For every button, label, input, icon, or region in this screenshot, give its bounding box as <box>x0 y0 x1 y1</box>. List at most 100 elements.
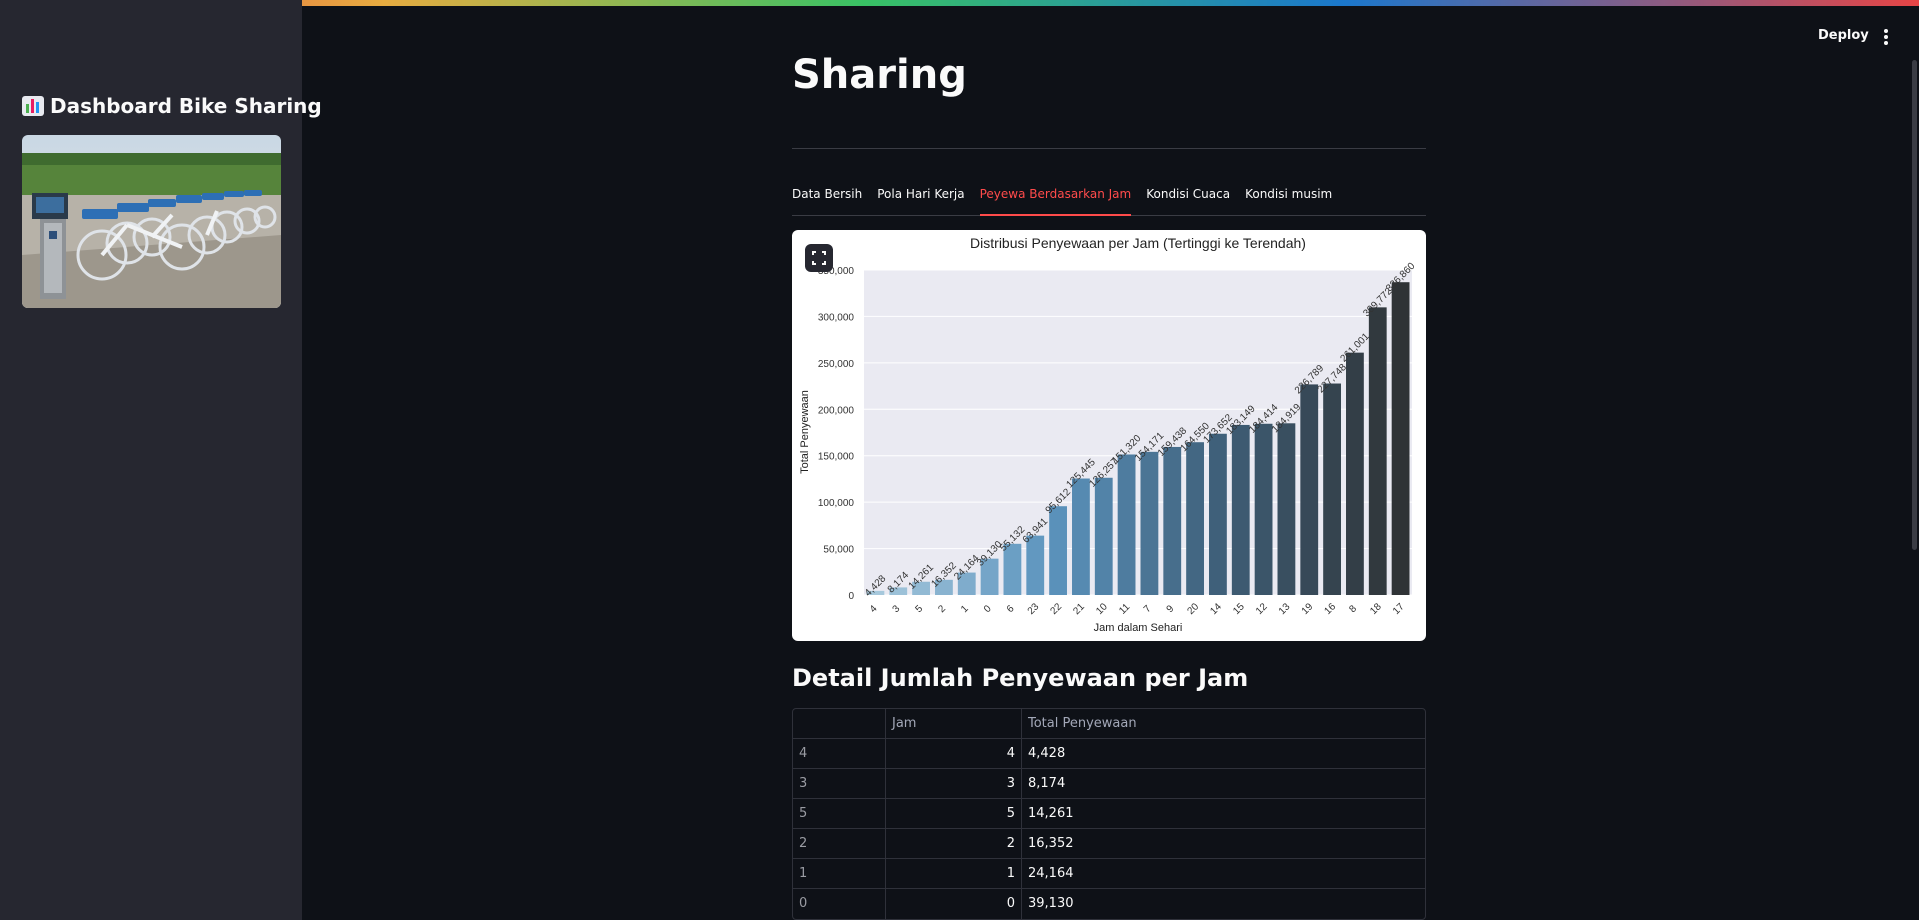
x-tick-label: 7 <box>1142 603 1154 615</box>
x-tick-label: 13 <box>1277 601 1293 617</box>
table-header-row: Jam Total Penyewaan <box>793 709 1425 739</box>
bar <box>1117 454 1136 595</box>
x-tick-label: 23 <box>1026 601 1042 617</box>
jam-cell[interactable]: 3 <box>886 769 1022 798</box>
fullscreen-icon <box>812 251 826 265</box>
divider <box>792 148 1426 149</box>
jam-cell[interactable]: 4 <box>886 739 1022 768</box>
row-index-cell[interactable]: 5 <box>793 799 886 828</box>
bar <box>1277 423 1296 595</box>
x-tick-label: 19 <box>1300 601 1316 617</box>
x-tick-label: 2 <box>936 603 948 615</box>
x-tick-label: 14 <box>1208 601 1224 617</box>
x-tick-label: 17 <box>1391 601 1407 617</box>
jam-cell[interactable]: 1 <box>886 859 1022 888</box>
x-tick-label: 3 <box>891 603 903 615</box>
jam-cell[interactable]: 2 <box>886 829 1022 858</box>
x-tick-label: 11 <box>1117 601 1132 616</box>
tab-bar: Data Bersih Pola Hari Kerja Peyewa Berda… <box>792 182 1426 216</box>
bar <box>1163 446 1182 595</box>
bar <box>1072 478 1090 595</box>
bar <box>1323 383 1341 595</box>
chart-title: Distribusi Penyewaan per Jam (Tertinggi … <box>970 235 1306 251</box>
x-tick-label: 18 <box>1368 601 1384 617</box>
bar <box>1140 451 1159 595</box>
y-tick-label: 0 <box>848 591 854 602</box>
sidebar-title: Dashboard Bike Sharing <box>22 94 322 118</box>
bar <box>1231 424 1250 595</box>
x-tick-label: 16 <box>1322 601 1338 617</box>
scrollbar[interactable] <box>1912 60 1917 550</box>
total-cell[interactable]: 4,428 <box>1022 739 1425 768</box>
table-row: 2 2 16,352 <box>793 829 1425 859</box>
y-tick-label: 50,000 <box>823 545 854 556</box>
x-tick-label: 15 <box>1231 601 1247 617</box>
x-tick-label: 21 <box>1071 601 1087 617</box>
table-row: 1 1 24,164 <box>793 859 1425 889</box>
tab-data-bersih[interactable]: Data Bersih <box>792 182 862 216</box>
bar <box>1300 384 1319 595</box>
total-cell[interactable]: 8,174 <box>1022 769 1425 798</box>
jam-cell[interactable]: 0 <box>886 889 1022 919</box>
bar <box>1254 423 1273 595</box>
column-header-index[interactable] <box>793 709 886 738</box>
column-header-total[interactable]: Total Penyewaan <box>1022 709 1425 738</box>
x-tick-label: 8 <box>1347 603 1359 615</box>
row-index-cell[interactable]: 1 <box>793 859 886 888</box>
tab-kondisi-musim[interactable]: Kondisi musim <box>1245 182 1332 216</box>
total-cell[interactable]: 24,164 <box>1022 859 1425 888</box>
x-axis-label: Jam dalam Sehari <box>1094 622 1183 634</box>
table-row: 0 0 39,130 <box>793 889 1425 919</box>
tab-pola-hari-kerja[interactable]: Pola Hari Kerja <box>877 182 964 216</box>
table-row: 3 3 8,174 <box>793 769 1425 799</box>
deploy-button[interactable]: Deploy <box>1818 28 1869 43</box>
bar-chart: 0 50,000 100,000 150,000 200,000 250,000 300,0… <box>799 235 1418 634</box>
column-header-jam[interactable]: Jam <box>886 709 1022 738</box>
total-cell[interactable]: 16,352 <box>1022 829 1425 858</box>
data-table: Jam Total Penyewaan 4 4 4,428 3 3 8,174 … <box>792 708 1426 920</box>
x-tick-label: 0 <box>982 603 994 615</box>
row-index-cell[interactable]: 0 <box>793 889 886 919</box>
bar <box>1391 282 1410 595</box>
y-axis-label: Total Penyewaan <box>799 390 811 474</box>
table-row: 4 4 4,428 <box>793 739 1425 769</box>
sidebar: Dashboard Bike Sharing <box>0 0 322 920</box>
bar-chart-emoji-icon <box>22 96 44 116</box>
bar <box>1209 433 1227 595</box>
y-tick-label: 300,000 <box>818 312 855 323</box>
row-index-cell[interactable]: 3 <box>793 769 886 798</box>
x-tick-label: 12 <box>1254 601 1270 617</box>
row-index-cell[interactable]: 4 <box>793 739 886 768</box>
bar <box>1368 307 1387 595</box>
x-tick-label: 1 <box>959 603 971 615</box>
chart-card: 0 50,000 100,000 150,000 200,000 250,000 300,0… <box>792 230 1426 641</box>
kebab-menu-icon[interactable] <box>1878 27 1894 47</box>
x-tick-label: 6 <box>1005 603 1017 615</box>
y-tick-label: 100,000 <box>818 498 855 509</box>
x-tick-label: 5 <box>913 603 925 615</box>
x-tick-label: 10 <box>1094 601 1110 617</box>
total-cell[interactable]: 14,261 <box>1022 799 1425 828</box>
row-index-cell[interactable]: 2 <box>793 829 886 858</box>
y-tick-label: 250,000 <box>818 359 855 370</box>
bar <box>1049 506 1067 595</box>
fullscreen-button[interactable] <box>805 244 833 272</box>
section-title: Detail Jumlah Penyewaan per Jam <box>792 664 1249 692</box>
x-tick-label: 22 <box>1048 601 1064 617</box>
bar <box>1186 442 1204 595</box>
tab-kondisi-cuaca[interactable]: Kondisi Cuaca <box>1146 182 1230 216</box>
tab-penyewa-berdasarkan-jam[interactable]: Peyewa Berdasarkan Jam <box>979 182 1132 216</box>
y-tick-label: 200,000 <box>818 405 855 416</box>
page-title: Sharing <box>792 52 967 98</box>
table-row: 5 5 14,261 <box>793 799 1425 829</box>
bar <box>1346 352 1364 595</box>
x-tick-label: 20 <box>1185 601 1201 617</box>
y-tick-label: 150,000 <box>818 452 855 463</box>
x-tick-label: 4 <box>868 603 880 615</box>
bike-sharing-image <box>22 135 281 308</box>
sidebar-title-text: Dashboard Bike Sharing <box>50 94 322 118</box>
jam-cell[interactable]: 5 <box>886 799 1022 828</box>
total-cell[interactable]: 39,130 <box>1022 889 1425 919</box>
bar <box>1094 477 1113 595</box>
x-tick-label: 9 <box>1165 603 1177 615</box>
